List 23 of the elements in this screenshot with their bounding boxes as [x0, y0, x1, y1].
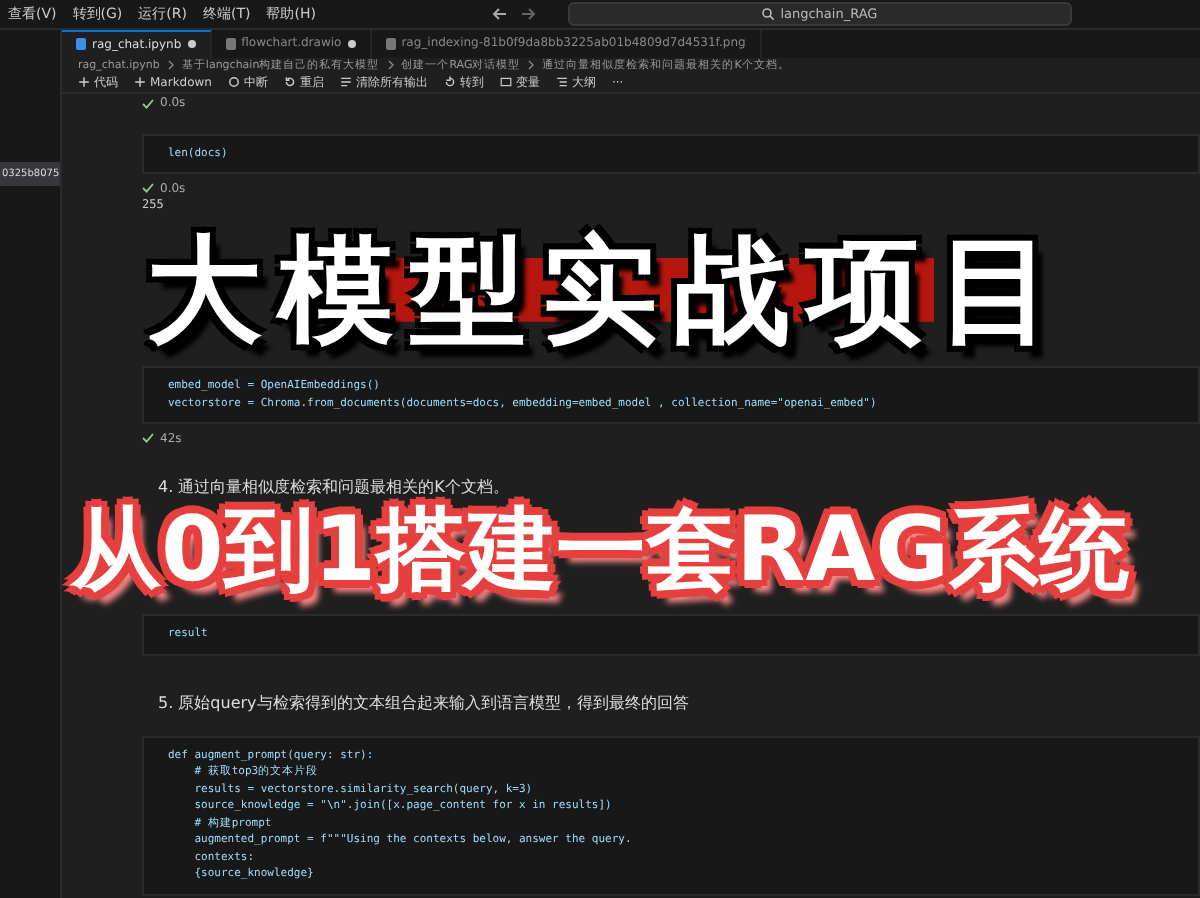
plus-icon — [78, 76, 90, 89]
check-icon — [142, 97, 154, 110]
circular-arrow-icon — [443, 76, 456, 89]
search-icon — [762, 8, 775, 20]
banner-subtitle: 从0到1搭建一套RAG系统 — [70, 504, 1130, 594]
chevron-icon — [167, 60, 174, 71]
chevron-icon — [387, 60, 394, 71]
forward-arrow-icon[interactable] — [519, 6, 536, 22]
markdown-heading: 4. 通过向量相似度检索和问题最相关的K个文档。 — [158, 476, 511, 497]
lines-icon — [339, 76, 352, 89]
markdown-heading: 5. 原始query与检索得到的文本组合起来输入到语言模型，得到最终的回答 — [158, 691, 691, 712]
file-icon — [385, 37, 396, 50]
file-icon — [225, 37, 236, 50]
circle-icon — [227, 76, 240, 89]
restart-icon — [283, 76, 296, 89]
plus-icon — [134, 76, 146, 89]
square-icon — [499, 76, 512, 89]
check-icon — [142, 432, 154, 445]
back-arrow-icon[interactable] — [491, 6, 508, 22]
file-icon — [76, 38, 86, 51]
chevron-icon — [528, 60, 535, 71]
list-icon — [555, 76, 568, 89]
check-icon — [142, 182, 154, 195]
